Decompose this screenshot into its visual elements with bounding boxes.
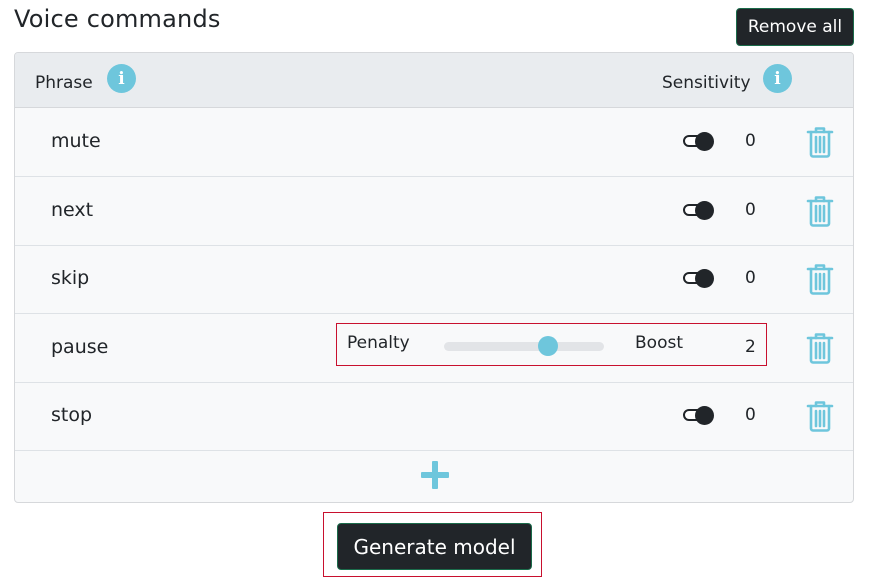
sensitivity-value: 0: [745, 405, 756, 425]
plus-icon[interactable]: [419, 459, 451, 491]
trash-icon[interactable]: [806, 263, 834, 295]
toggle-icon[interactable]: [683, 132, 715, 151]
table-row: stop 0: [15, 382, 853, 451]
table-row: pause Penalty Boost 2: [15, 314, 853, 383]
sensitivity-value: 0: [745, 200, 756, 220]
sensitivity-value: 2: [745, 337, 756, 357]
info-icon[interactable]: i: [763, 64, 792, 93]
penalty-label: Penalty: [347, 333, 410, 353]
phrase-text: skip: [51, 267, 90, 289]
sensitivity-value: 0: [745, 131, 756, 151]
remove-all-button[interactable]: Remove all: [736, 8, 854, 46]
table-header: Phrase i Sensitivity i: [15, 53, 853, 108]
toggle-icon[interactable]: [683, 201, 715, 220]
sensitivity-slider-group: Penalty Boost 2: [336, 323, 767, 366]
voice-commands-table: Phrase i Sensitivity i mute 0 next 0 ski…: [14, 52, 854, 503]
table-row: next 0: [15, 177, 853, 246]
page-title: Voice commands: [14, 5, 221, 33]
trash-icon[interactable]: [806, 332, 834, 364]
add-row: [15, 451, 853, 502]
table-row: mute 0: [15, 108, 853, 177]
trash-icon[interactable]: [806, 400, 834, 432]
info-icon[interactable]: i: [107, 64, 136, 93]
toggle-icon[interactable]: [683, 406, 715, 425]
sensitivity-header: Sensitivity: [662, 73, 751, 93]
phrase-text: mute: [51, 130, 101, 152]
generate-model-button[interactable]: Generate model: [337, 523, 532, 570]
toggle-icon[interactable]: [683, 269, 715, 288]
slider-thumb[interactable]: [538, 336, 558, 356]
trash-icon[interactable]: [806, 195, 834, 227]
phrase-text: stop: [51, 404, 93, 426]
phrase-header: Phrase: [35, 73, 93, 93]
trash-icon[interactable]: [806, 126, 834, 158]
table-row: skip 0: [15, 245, 853, 314]
boost-label: Boost: [635, 333, 683, 353]
phrase-text: pause: [51, 336, 109, 358]
generate-model-highlight: Generate model: [323, 512, 542, 577]
sensitivity-value: 0: [745, 268, 756, 288]
phrase-text: next: [51, 199, 94, 221]
sensitivity-slider[interactable]: [444, 336, 604, 356]
